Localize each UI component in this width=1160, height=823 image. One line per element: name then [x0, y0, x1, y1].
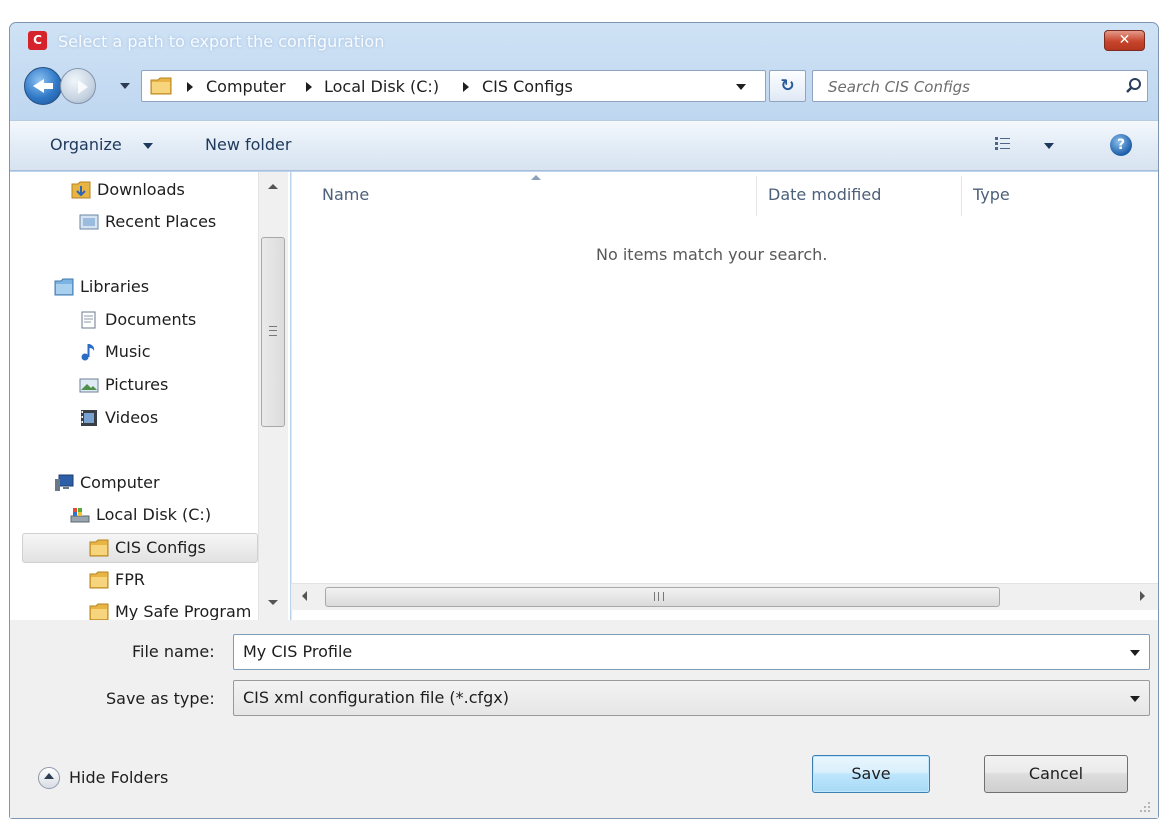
recent-pages-dropdown-icon[interactable]: [120, 83, 130, 89]
scroll-grip-line: [269, 330, 277, 331]
search-placeholder[interactable]: Search CIS Configs: [828, 78, 970, 96]
breadcrumb-separator-icon[interactable]: [463, 82, 469, 92]
close-button[interactable]: ✕: [1104, 30, 1145, 51]
downloads-folder-icon: [71, 181, 91, 199]
search-icon[interactable]: [1125, 77, 1143, 95]
file-list-pane: [291, 172, 1158, 620]
sidebar-item-label: Pictures: [105, 375, 169, 394]
breadcrumb-local-disk[interactable]: Local Disk (C:): [324, 77, 439, 96]
documents-icon: [81, 311, 96, 329]
scroll-right-icon[interactable]: [1140, 591, 1145, 601]
scroll-up-icon[interactable]: [268, 184, 278, 189]
help-icon[interactable]: ?: [1110, 134, 1132, 156]
file-name-label: File name:: [132, 642, 215, 661]
column-header-date-modified[interactable]: Date modified: [768, 185, 881, 204]
save-as-type-dropdown-icon[interactable]: [1130, 696, 1140, 702]
hide-folders-button[interactable]: Hide Folders: [69, 768, 168, 787]
file-name-field[interactable]: [233, 634, 1150, 670]
hscroll-grip: [654, 592, 664, 601]
folder-icon: [89, 539, 109, 557]
sidebar-item-my-safe-program[interactable]: My Safe Program: [89, 597, 259, 620]
computer-icon: [55, 474, 74, 491]
sidebar-item-label: Local Disk (C:): [96, 505, 212, 524]
empty-list-message: No items match your search.: [596, 245, 828, 264]
sidebar-item-label: Music: [105, 342, 151, 361]
recent-places-icon: [79, 214, 99, 230]
folder-icon: [150, 77, 172, 95]
file-name-dropdown-icon[interactable]: [1130, 650, 1140, 656]
refresh-button[interactable]: ↻: [769, 70, 806, 102]
libraries-icon: [54, 278, 74, 296]
chevron-up-icon[interactable]: [44, 773, 54, 779]
sidebar-item-label: Downloads: [97, 180, 185, 199]
sidebar-item-label: My Safe Program: [115, 602, 252, 620]
chevron-down-icon[interactable]: [143, 143, 153, 149]
view-options-dropdown-icon[interactable]: [1044, 143, 1054, 149]
music-icon: [81, 344, 95, 361]
sidebar-item-label: CIS Configs: [115, 538, 206, 557]
new-folder-button[interactable]: New folder: [205, 135, 291, 154]
folder-icon: [89, 571, 109, 589]
column-header-name[interactable]: Name: [322, 185, 369, 204]
back-arrow-tail: [42, 83, 53, 89]
command-toolbar: [10, 120, 1158, 171]
breadcrumb-computer[interactable]: Computer: [206, 77, 286, 96]
sidebar-item-label: Documents: [105, 310, 197, 329]
breadcrumb-separator-icon[interactable]: [187, 82, 193, 92]
organize-button[interactable]: Organize: [50, 135, 122, 154]
column-divider[interactable]: [756, 176, 757, 216]
local-disk-icon: [70, 508, 90, 523]
app-icon: C: [28, 31, 47, 50]
videos-icon: [81, 410, 97, 426]
window-title: Select a path to export the configuratio…: [58, 32, 385, 51]
sidebar-item-label: Libraries: [80, 277, 150, 296]
forward-arrow-icon: [78, 80, 88, 94]
column-header-type[interactable]: Type: [973, 185, 1010, 204]
pictures-icon: [79, 378, 99, 393]
sidebar-item-label: Recent Places: [105, 212, 217, 231]
folder-icon: [89, 603, 109, 620]
sort-ascending-icon: [531, 175, 541, 180]
scroll-down-icon[interactable]: [268, 600, 278, 605]
breadcrumb-separator-icon[interactable]: [306, 82, 312, 92]
save-as-type-label: Save as type:: [106, 689, 215, 708]
sidebar-item-label: Videos: [105, 408, 159, 427]
cancel-button[interactable]: Cancel: [984, 755, 1128, 793]
save-as-type-value[interactable]: CIS xml configuration file (*.cfgx): [243, 688, 509, 707]
resize-grip-icon[interactable]: [1138, 800, 1152, 814]
scroll-left-icon[interactable]: [302, 591, 307, 601]
sidebar-item-label: Computer: [80, 473, 160, 492]
breadcrumb-cis-configs[interactable]: CIS Configs: [482, 77, 573, 96]
sidebar-item-label: FPR: [115, 570, 145, 589]
scroll-grip: [269, 326, 277, 336]
change-view-icon[interactable]: [994, 136, 1012, 152]
save-button[interactable]: Save: [812, 755, 930, 793]
hscroll-grip-line: [658, 592, 659, 601]
column-divider[interactable]: [961, 176, 962, 216]
address-dropdown-icon[interactable]: [736, 84, 746, 90]
file-name-value[interactable]: My CIS Profile: [243, 642, 352, 661]
